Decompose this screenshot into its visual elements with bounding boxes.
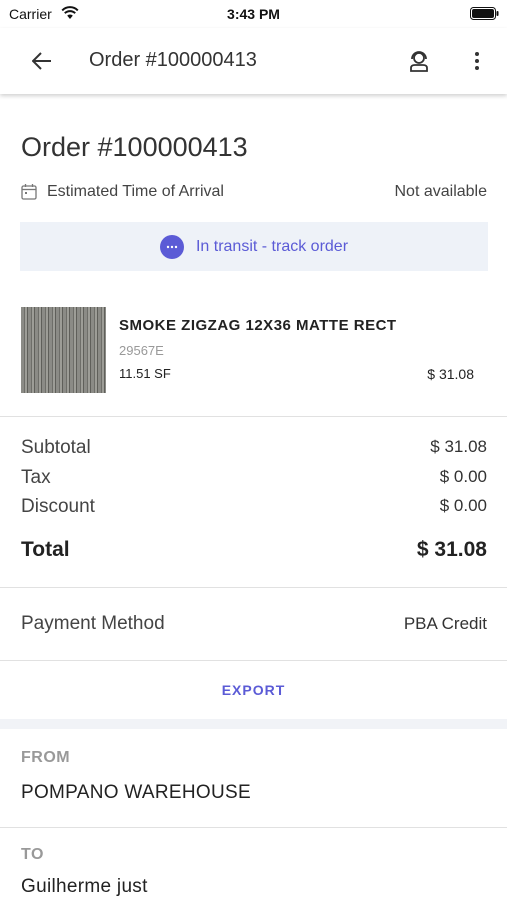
from-label: FROM bbox=[21, 749, 71, 766]
clock: 3:43 PM bbox=[227, 6, 280, 22]
product-quantity: 11.51 SF bbox=[119, 366, 171, 381]
payment-method-label: Payment Method bbox=[21, 613, 165, 634]
to-value: Guilherme just bbox=[21, 876, 148, 897]
app-bar: Order #100000413 bbox=[0, 28, 507, 94]
product-item[interactable]: SMOKE ZIGZAG 12X36 MATTE RECT 29567E 11.… bbox=[0, 290, 507, 417]
product-thumbnail bbox=[21, 307, 106, 393]
more-options-button[interactable] bbox=[466, 46, 488, 76]
eta-value: Not available bbox=[394, 183, 488, 200]
product-price: $ 31.08 bbox=[427, 366, 474, 382]
subtotal-value: $ 31.08 bbox=[430, 437, 487, 456]
from-section: FROM POMPANO WAREHOUSE bbox=[0, 729, 507, 828]
eta-row: Estimated Time of Arrival Not available bbox=[21, 182, 487, 204]
tax-label: Tax bbox=[21, 467, 51, 488]
order-content: Order #100000413 Estimated Time of Arriv… bbox=[0, 94, 507, 900]
calendar-icon bbox=[21, 184, 37, 200]
payment-method-value: PBA Credit bbox=[403, 614, 487, 633]
total-label: Total bbox=[21, 538, 70, 561]
section-divider bbox=[0, 719, 507, 729]
battery-icon bbox=[470, 7, 499, 20]
subtotal-label: Subtotal bbox=[21, 437, 91, 458]
export-button[interactable]: EXPORT bbox=[222, 682, 286, 698]
back-button[interactable] bbox=[28, 47, 56, 75]
discount-value: $ 0.00 bbox=[439, 496, 487, 515]
in-transit-icon bbox=[159, 234, 184, 259]
back-arrow-icon bbox=[32, 52, 51, 70]
to-label: TO bbox=[21, 846, 44, 863]
more-vert-icon bbox=[475, 52, 479, 70]
track-order-button[interactable]: In transit - track order bbox=[20, 222, 488, 271]
support-agent-icon bbox=[410, 51, 428, 72]
discount-label: Discount bbox=[21, 496, 95, 517]
app-bar-title: Order #100000413 bbox=[89, 49, 257, 71]
status-bar: Carrier 3:43 PM bbox=[0, 0, 507, 28]
support-button[interactable] bbox=[404, 46, 434, 76]
product-sku: 29567E bbox=[119, 343, 164, 358]
product-name: SMOKE ZIGZAG 12X36 MATTE RECT bbox=[119, 317, 397, 334]
eta-label: Estimated Time of Arrival bbox=[47, 183, 224, 200]
order-totals: Subtotal $ 31.08 Tax $ 0.00 Discount $ 0… bbox=[0, 417, 507, 588]
to-section: TO Guilherme just bbox=[0, 828, 507, 900]
tax-value: $ 0.00 bbox=[439, 467, 487, 486]
payment-method-row: Payment Method PBA Credit bbox=[0, 588, 507, 661]
from-value: POMPANO WAREHOUSE bbox=[21, 782, 251, 803]
export-row: EXPORT bbox=[0, 661, 507, 719]
order-title: Order #100000413 bbox=[21, 132, 248, 162]
transit-status-text: In transit - track order bbox=[195, 237, 349, 255]
order-detail-screen: Carrier 3:43 PM Order #100000413 Order #… bbox=[0, 0, 507, 900]
total-value: $ 31.08 bbox=[416, 538, 487, 561]
